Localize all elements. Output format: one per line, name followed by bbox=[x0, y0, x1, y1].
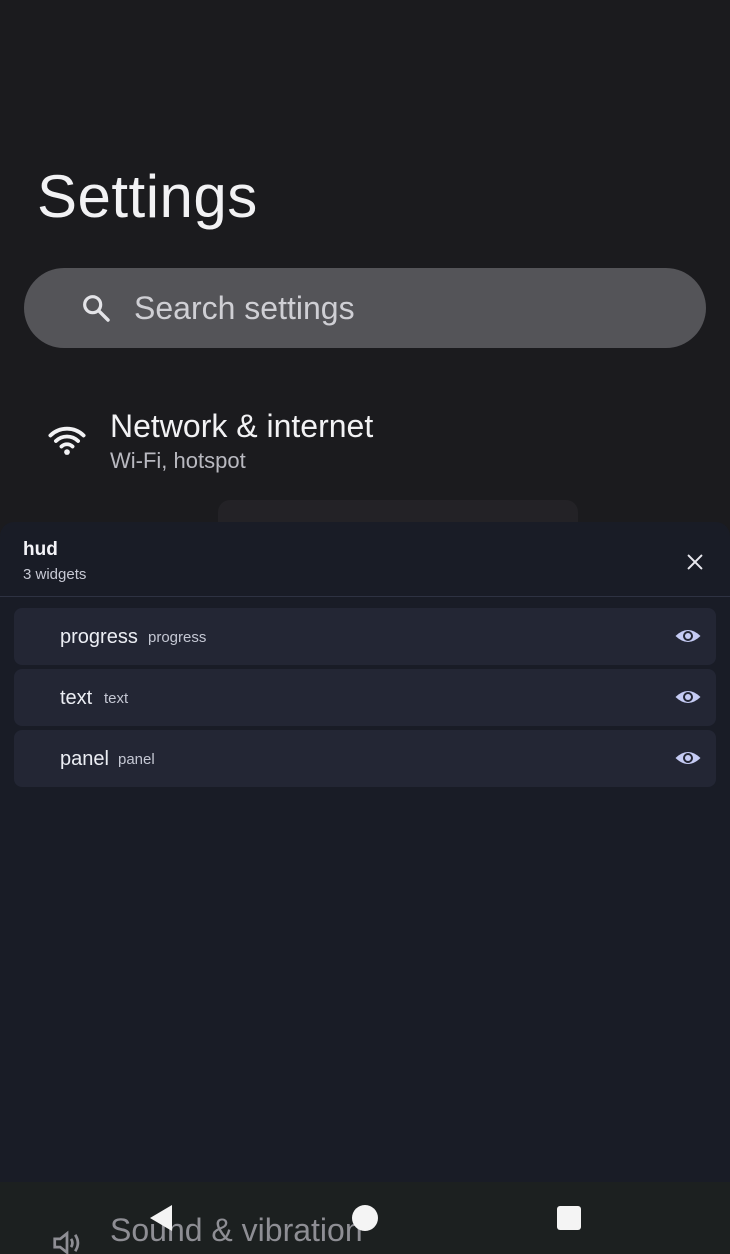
search-placeholder: Search settings bbox=[134, 290, 355, 326]
widget-name: panel bbox=[60, 748, 109, 770]
search-icon bbox=[83, 295, 110, 322]
eye-icon[interactable] bbox=[674, 686, 702, 708]
recents-icon[interactable] bbox=[557, 1206, 581, 1230]
widget-row-progress[interactable]: progress progress bbox=[14, 608, 716, 665]
close-icon[interactable] bbox=[684, 551, 706, 573]
settings-item-subtitle: Wi-Fi, hotspot bbox=[110, 448, 246, 473]
widget-row-panel[interactable]: panel panel bbox=[14, 730, 716, 787]
eye-icon[interactable] bbox=[674, 625, 702, 647]
widget-name: text bbox=[60, 687, 93, 709]
hud-panel: hud 3 widgets progress progress text tex… bbox=[0, 522, 730, 1182]
search-bar[interactable]: Search settings bbox=[24, 268, 706, 348]
home-icon[interactable] bbox=[352, 1205, 378, 1231]
volume-icon bbox=[53, 1230, 80, 1254]
eye-icon[interactable] bbox=[674, 747, 702, 769]
widget-type: text bbox=[104, 690, 129, 707]
widget-name: progress bbox=[60, 626, 138, 648]
widget-type: progress bbox=[148, 629, 207, 646]
widget-type: panel bbox=[118, 751, 155, 768]
hud-widget-count: 3 widgets bbox=[23, 566, 87, 583]
widget-list: progress progress text text panel panel bbox=[14, 608, 716, 791]
back-icon[interactable] bbox=[148, 1203, 174, 1233]
hud-title: hud bbox=[23, 539, 58, 560]
hud-divider bbox=[0, 596, 730, 597]
wifi-icon bbox=[48, 426, 86, 455]
widget-row-text[interactable]: text text bbox=[14, 669, 716, 726]
settings-item-network[interactable]: Network & internet Wi-Fi, hotspot bbox=[0, 400, 730, 490]
settings-item-title: Network & internet bbox=[110, 408, 374, 444]
page-title: Settings bbox=[37, 163, 258, 230]
